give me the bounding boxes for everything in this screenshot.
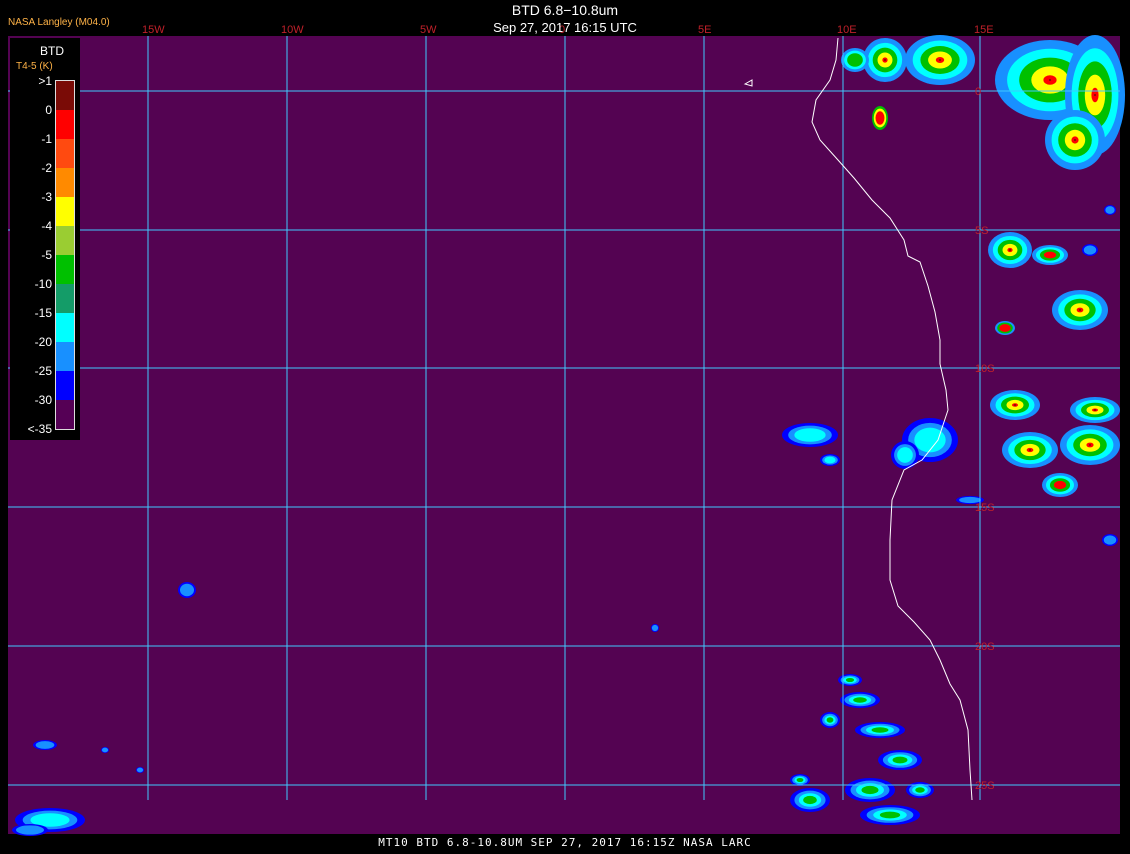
- legend-swatch: [56, 226, 74, 255]
- color-legend: BTD T4-5 (K) >1 0 -1 -2 -3 -4 -5 -10 -15 -20 -25 -3…: [10, 38, 80, 440]
- cloud-blob: [796, 777, 804, 783]
- legend-swatch: [56, 313, 74, 342]
- cloud-blob: [1089, 444, 1091, 446]
- cloud-blob: [999, 324, 1011, 332]
- cloud-blob: [651, 624, 659, 632]
- cloud-blob: [1094, 409, 1096, 411]
- cloud-blob: [1029, 449, 1031, 451]
- cloud-blob: [1014, 404, 1016, 406]
- legend-tick: -3: [41, 190, 52, 204]
- lat-label: 10S: [975, 363, 995, 375]
- cloud-blob: [179, 583, 195, 597]
- cloud-blob: [35, 741, 55, 749]
- cloud-blob: [892, 756, 908, 764]
- lat-label: 0: [975, 86, 981, 98]
- cloud-blob: [136, 767, 144, 773]
- legend-swatch: [56, 197, 74, 226]
- lat-label: 5S: [975, 225, 988, 237]
- legend-swatch: [56, 81, 74, 110]
- timestamp-title: Sep 27, 2017 16:15 UTC: [493, 20, 637, 35]
- legend-tick: -15: [34, 306, 52, 320]
- legend-tick: -4: [41, 219, 52, 233]
- legend-swatch: [56, 168, 74, 197]
- cloud-blob: [879, 811, 901, 819]
- cloud-blob: [884, 59, 886, 61]
- lat-label: 15S: [975, 502, 995, 514]
- legend-swatch: [56, 110, 74, 139]
- cloud-blob: [15, 825, 45, 835]
- legend-swatch: [56, 342, 74, 371]
- legend-swatch: [56, 400, 74, 429]
- cloud-blob: [1074, 139, 1076, 141]
- legend-tick: -25: [34, 364, 52, 378]
- lat-label: 20S: [975, 641, 995, 653]
- cloud-blob: [1083, 245, 1097, 255]
- cloud-blob: [101, 747, 109, 753]
- cloud-blob: [939, 59, 941, 61]
- cloud-blob: [1009, 249, 1011, 251]
- legend-tick: >1: [38, 74, 52, 88]
- cloud-blob: [1053, 480, 1067, 490]
- legend-tick: -10: [34, 277, 52, 291]
- cloud-blob: [1103, 535, 1117, 545]
- cloud-blob: [853, 697, 867, 703]
- cloud-blob: [1049, 79, 1051, 81]
- product-title: BTD 6.8−10.8um: [511, 2, 619, 18]
- cloud-blob: [875, 111, 885, 125]
- legend-tick: -2: [41, 161, 52, 175]
- legend-tick: -5: [41, 248, 52, 262]
- cloud-blob: [861, 785, 879, 795]
- map-canvas: 0 5S 10S 15S 20S 25S: [8, 35, 1125, 836]
- lat-label: 25S: [975, 780, 995, 792]
- legend-tick: 0: [45, 103, 52, 117]
- cloud-blob: [897, 447, 913, 463]
- footer-caption: MT10 BTD 6.8-10.8UM SEP 27, 2017 16:15Z …: [378, 836, 752, 849]
- legend-units: T4-5 (K): [16, 61, 53, 72]
- legend-swatch: [56, 284, 74, 313]
- cloud-blob: [1094, 94, 1096, 96]
- cloud-blob: [824, 456, 836, 464]
- legend-swatch: [56, 371, 74, 400]
- cloud-blob: [794, 428, 826, 442]
- cloud-blob: [847, 53, 863, 67]
- satellite-map: 0 5S 10S 15S 20S 25S 15W 10W 5W 0 5E 10E 15E NASA L…: [0, 0, 1130, 850]
- cloud-blob: [915, 787, 925, 793]
- cloud-blob: [1079, 309, 1081, 311]
- cloud-blob: [845, 677, 855, 683]
- cloud-blob: [803, 795, 817, 805]
- legend-swatch: [56, 255, 74, 284]
- legend-tick: -1: [41, 132, 52, 146]
- legend-tick: <-35: [27, 422, 52, 436]
- cloud-blob: [871, 727, 889, 733]
- cloud-blob: [1043, 251, 1057, 259]
- legend-swatch: [56, 139, 74, 168]
- cloud-blob: [1105, 206, 1115, 214]
- legend-tick: -20: [34, 335, 52, 349]
- cloud-blob: [826, 717, 834, 723]
- legend-title: BTD: [40, 44, 64, 58]
- legend-tick: -30: [34, 393, 52, 407]
